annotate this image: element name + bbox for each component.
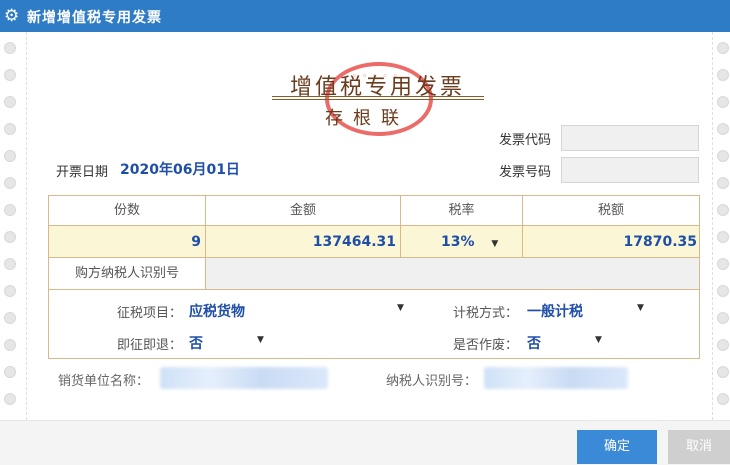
divider — [712, 32, 714, 420]
refund-select[interactable]: 否 ▼ — [189, 331, 269, 353]
invoice-code-label: 发票代码 — [499, 133, 552, 148]
tax-method-select[interactable]: 一般计税 ▼ — [527, 299, 647, 321]
seller-name-redacted — [160, 367, 328, 389]
seller-taxid-redacted — [484, 367, 628, 389]
title-underline — [272, 99, 484, 100]
invoice-subtitle: 存根联 — [325, 108, 409, 129]
tax-item-value: 应税货物 — [189, 304, 245, 320]
void-label: 是否作废： — [453, 338, 519, 353]
tax-item-label: 征税项目： — [117, 306, 183, 321]
seller-taxid-label: 纳税人识别号： — [386, 374, 478, 389]
cancel-button[interactable]: 取消 — [668, 430, 730, 464]
buyer-taxid-field[interactable] — [206, 258, 699, 290]
refund-value: 否 — [189, 336, 203, 352]
tax-method-value: 一般计税 — [527, 304, 583, 320]
refund-label: 即征即退： — [117, 338, 183, 353]
tax-method-label: 计税方式： — [453, 306, 519, 321]
dialog-body: ◦ ◦ ◦ ◦ ◦ 增值税专用发票 存根联 发票代码 发票号码 开票日期 202… — [0, 32, 730, 432]
seller-name-label: 销货单位名称： — [58, 374, 150, 389]
caret-down-icon: ▼ — [595, 335, 602, 345]
dialog-footer: 确定 取消 — [0, 420, 730, 465]
gear-icon: ⚙ — [4, 6, 20, 26]
header-quantity: 份数 — [49, 196, 206, 226]
title-underline — [272, 96, 484, 97]
invoice-table: 份数 金额 税率 税额 9 137464.31 13% ▼ 17870.35 购… — [48, 195, 700, 359]
header-tax: 税额 — [523, 196, 699, 226]
tax-rate-value: 13% — [441, 234, 475, 250]
invoice-number-field[interactable] — [561, 157, 699, 183]
perforation-right — [717, 42, 729, 447]
caret-down-icon: ▼ — [397, 303, 404, 313]
void-value: 否 — [527, 336, 541, 352]
invoice-date-label: 开票日期 — [56, 165, 109, 180]
tax-item-select[interactable]: 应税货物 ▼ — [189, 299, 405, 321]
title-bar: ⚙ 新增增值税专用发票 — [0, 0, 730, 32]
invoice-code-field[interactable] — [561, 125, 699, 151]
confirm-button[interactable]: 确定 — [577, 430, 657, 464]
tax-amount-field[interactable]: 17870.35 — [523, 226, 699, 258]
void-select[interactable]: 否 ▼ — [527, 331, 607, 353]
caret-down-icon: ▼ — [257, 335, 264, 345]
caret-down-icon: ▼ — [637, 303, 644, 313]
invoice-date-value: 2020年06月01日 — [120, 162, 240, 178]
divider — [26, 32, 28, 420]
quantity-field[interactable]: 9 — [49, 226, 206, 258]
tax-rate-select[interactable]: 13% ▼ — [401, 226, 523, 258]
amount-field[interactable]: 137464.31 — [206, 226, 401, 258]
invoice-number-label: 发票号码 — [499, 165, 552, 180]
window-title: 新增增值税专用发票 — [27, 10, 162, 26]
header-amount: 金额 — [206, 196, 401, 226]
buyer-taxid-label: 购方纳税人识别号 — [49, 258, 206, 290]
header-rate: 税率 — [401, 196, 523, 226]
perforation-left — [4, 42, 16, 447]
caret-down-icon: ▼ — [491, 239, 499, 249]
